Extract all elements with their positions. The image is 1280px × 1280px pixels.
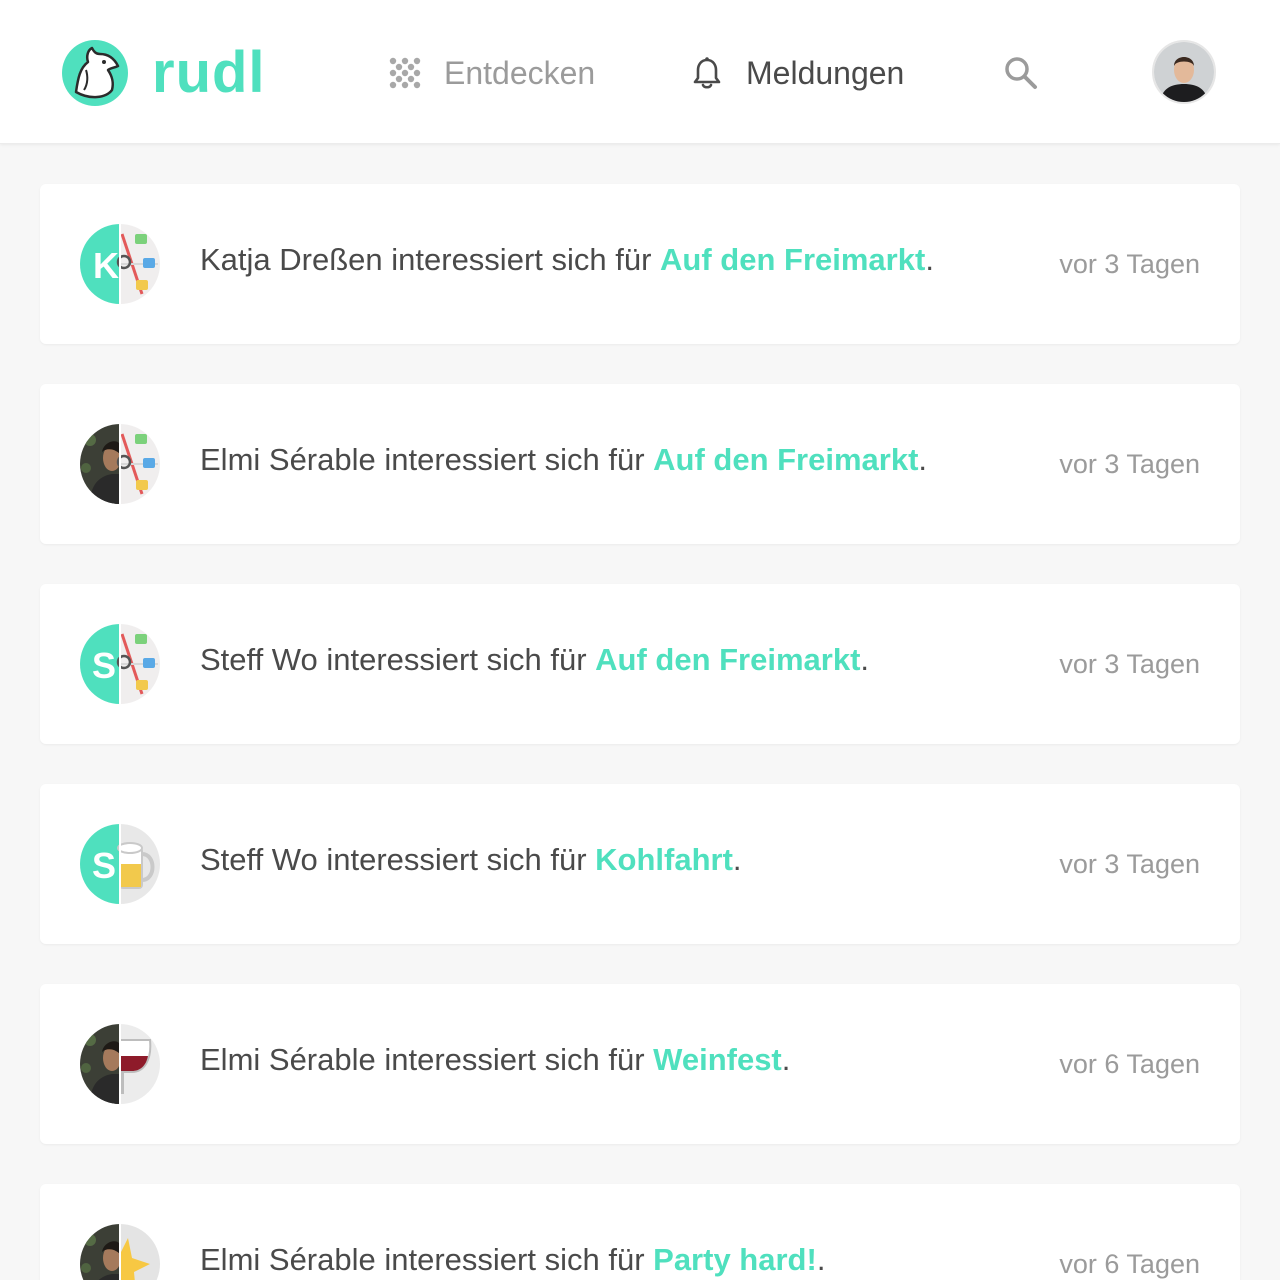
notification-action: interessiert sich für <box>391 242 652 277</box>
event-link[interactable]: Kohlfahrt <box>595 842 733 877</box>
nav-discover-label: Entdecken <box>444 55 596 91</box>
event-link[interactable]: Party hard! <box>653 1242 817 1277</box>
notification-message: Elmi Sérable interessiert sich für Weinf… <box>200 1042 791 1077</box>
user-name[interactable]: Katja Dreßen <box>200 242 383 277</box>
notification-action: interessiert sich für <box>384 1242 645 1277</box>
notification-timestamp: vor 3 Tagen <box>1059 849 1200 879</box>
freimarkt-map-icon <box>116 424 160 504</box>
event-link[interactable]: Auf den Freimarkt <box>595 642 860 677</box>
logo-wordmark: rudl <box>152 40 266 105</box>
combined-avatar: S <box>80 824 160 904</box>
combined-avatar: S <box>80 624 160 704</box>
nav-notifications[interactable]: Meldungen <box>690 48 904 98</box>
event-link[interactable]: Weinfest <box>653 1042 782 1077</box>
notification-card[interactable]: S Steff Wo interessiert sich für Auf den… <box>40 584 1240 744</box>
user-photo-avatar <box>80 424 121 504</box>
notification-message: Elmi Sérable interessiert sich für Auf d… <box>200 442 928 477</box>
svg-text:S: S <box>92 845 116 886</box>
beer-mug-icon <box>117 824 160 904</box>
notification-timestamp: vor 6 Tagen <box>1059 1049 1200 1079</box>
wine-glass-icon <box>119 1024 160 1104</box>
notification-card[interactable]: S Steff Wo interessiert sich für Kohlfah… <box>40 784 1240 944</box>
combined-avatar <box>80 1024 160 1104</box>
notification-card[interactable]: Elmi Sérable interessiert sich für Auf d… <box>40 384 1240 544</box>
notification-action: interessiert sich für <box>384 1042 645 1077</box>
notification-timestamp: vor 3 Tagen <box>1059 649 1200 679</box>
wolf-logo-icon <box>62 40 128 106</box>
svg-text:S: S <box>92 645 116 686</box>
party-star-icon <box>120 1224 160 1280</box>
combined-avatar: K <box>80 224 160 304</box>
user-photo-avatar <box>80 1224 121 1280</box>
user-photo-avatar <box>80 1024 121 1104</box>
bell-icon <box>693 57 721 89</box>
notification-card[interactable]: Elmi Sérable interessiert sich für Party… <box>40 1184 1240 1280</box>
event-link[interactable]: Auf den Freimarkt <box>660 242 925 277</box>
combined-avatar <box>80 424 160 504</box>
rudl-logo-link[interactable]: rudl <box>62 40 266 106</box>
user-name[interactable]: Elmi Sérable <box>200 1042 376 1077</box>
svg-text:K: K <box>93 245 119 286</box>
notification-message: Katja Dreßen interessiert sich für Auf d… <box>200 242 934 277</box>
combined-avatar <box>80 1224 160 1280</box>
notification-card[interactable]: Elmi Sérable interessiert sich für Weinf… <box>40 984 1240 1144</box>
notification-card[interactable]: K Katja Dreßen interessiert sich für Auf… <box>40 184 1240 344</box>
nav-notifications-label: Meldungen <box>746 55 905 91</box>
nav-discover[interactable]: Entdecken <box>388 48 595 98</box>
notification-message: Elmi Sérable interessiert sich für Party… <box>200 1242 826 1277</box>
freimarkt-map-icon <box>116 224 160 304</box>
search-icon[interactable] <box>1002 54 1040 92</box>
user-name[interactable]: Elmi Sérable <box>200 442 376 477</box>
user-avatar-image <box>1154 42 1214 102</box>
notification-action: interessiert sich für <box>326 642 587 677</box>
user-name[interactable]: Steff Wo <box>200 642 318 677</box>
user-name[interactable]: Steff Wo <box>200 842 318 877</box>
notification-timestamp: vor 3 Tagen <box>1059 449 1200 479</box>
notification-timestamp: vor 6 Tagen <box>1059 1249 1200 1279</box>
top-navigation-bar: rudl Entdecken Meldungen <box>0 0 1280 144</box>
notification-action: interessiert sich für <box>384 442 645 477</box>
notification-timestamp: vor 3 Tagen <box>1059 249 1200 279</box>
dots-grid-icon <box>389 57 421 89</box>
event-link[interactable]: Auf den Freimarkt <box>653 442 918 477</box>
user-profile-avatar[interactable] <box>1152 40 1216 104</box>
notification-action: interessiert sich für <box>326 842 587 877</box>
user-name[interactable]: Elmi Sérable <box>200 1242 376 1277</box>
notification-message: Steff Wo interessiert sich für Kohlfahrt… <box>200 842 742 877</box>
notification-message: Steff Wo interessiert sich für Auf den F… <box>200 642 870 677</box>
freimarkt-map-icon <box>116 624 160 704</box>
